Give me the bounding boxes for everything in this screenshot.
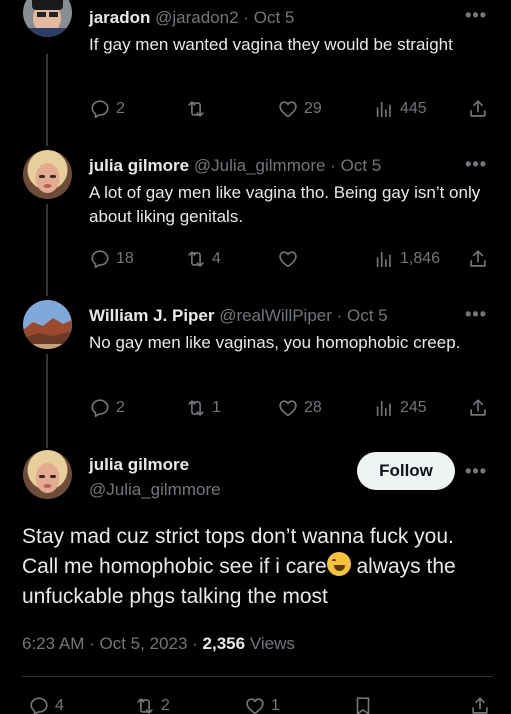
- author-name[interactable]: julia gilmore: [89, 455, 221, 475]
- views-count: 245: [400, 399, 427, 416]
- reply-icon: [30, 697, 48, 714]
- heart-icon: [279, 400, 297, 417]
- divider: [22, 676, 493, 677]
- analytics-icon: [376, 400, 391, 417]
- share-button[interactable]: [467, 247, 489, 271]
- reply-count: 2: [116, 399, 125, 416]
- like-count: 1: [271, 697, 280, 714]
- separator: ·: [336, 306, 343, 325]
- like-button[interactable]: [277, 247, 304, 271]
- share-button[interactable]: [467, 97, 489, 121]
- heart-icon: [279, 101, 297, 118]
- like-button[interactable]: 1: [244, 694, 280, 714]
- tweet[interactable]: jaradon @jaradon2 · Oct 5 ••• If gay men…: [0, 0, 511, 150]
- reply-button[interactable]: 4: [28, 694, 64, 714]
- retweet-icon: [188, 251, 204, 267]
- tweet[interactable]: William J. Piper @realWillPiper · Oct 5 …: [0, 300, 511, 450]
- retweet-count: 4: [212, 250, 221, 267]
- retweet-count: 1: [212, 399, 221, 416]
- tweet-text: No gay men like vaginas, you homophobic …: [89, 333, 461, 352]
- views-label: Views: [249, 634, 295, 653]
- retweet-icon: [188, 400, 204, 416]
- main-tweet-text: Stay mad cuz strict tops don’t wanna fuc…: [22, 522, 492, 612]
- reply-button[interactable]: 2: [89, 396, 125, 420]
- heart-icon: [246, 698, 264, 714]
- tweet-time[interactable]: 6:23 AM: [22, 634, 84, 653]
- bookmark-icon: [356, 697, 370, 714]
- views-button[interactable]: 1,846: [373, 247, 440, 271]
- views-count: 445: [400, 100, 427, 117]
- author-handle[interactable]: @Julia_gilmmore: [89, 480, 221, 500]
- retweet-count: 2: [161, 697, 170, 714]
- tweet-date[interactable]: Oct 5, 2023: [100, 634, 188, 653]
- like-button[interactable]: 28: [277, 396, 322, 420]
- avatar[interactable]: [23, 150, 72, 199]
- reply-icon: [91, 399, 109, 418]
- reply-button[interactable]: 2: [89, 97, 125, 121]
- retweet-button[interactable]: [185, 97, 212, 121]
- author-handle[interactable]: @jaradon2: [155, 8, 238, 27]
- separator: ·: [243, 8, 249, 27]
- bookmark-button[interactable]: [352, 694, 374, 714]
- avatar[interactable]: [23, 300, 72, 349]
- author-handle[interactable]: @realWillPiper: [219, 306, 332, 325]
- like-count: 28: [304, 399, 322, 416]
- share-button[interactable]: [469, 694, 491, 714]
- reply-icon: [91, 250, 109, 269]
- tweet[interactable]: julia gilmore @Julia_gilmmore · Oct 5 ••…: [0, 150, 511, 300]
- share-icon: [472, 697, 488, 714]
- author-name[interactable]: julia gilmore: [89, 156, 189, 175]
- retweet-icon: [137, 698, 153, 714]
- views-button[interactable]: 245: [373, 396, 427, 420]
- reply-count: 4: [55, 697, 64, 714]
- tweet-meta: 6:23 AM · Oct 5, 2023 · 2,356 Views: [22, 634, 295, 654]
- tweet-date[interactable]: Oct 5: [347, 306, 388, 325]
- tweet-text: A lot of gay men like vagina tho. Being …: [89, 183, 481, 226]
- more-options-icon[interactable]: •••: [465, 5, 487, 26]
- share-icon: [470, 250, 486, 267]
- analytics-icon: [376, 251, 391, 268]
- avatar[interactable]: [23, 0, 72, 37]
- author-name[interactable]: William J. Piper: [89, 306, 215, 325]
- author-name[interactable]: jaradon: [89, 8, 150, 27]
- more-options-icon[interactable]: •••: [465, 154, 487, 175]
- views-button[interactable]: 445: [373, 97, 427, 121]
- analytics-icon: [376, 101, 391, 118]
- separator: ·: [89, 634, 95, 653]
- heart-icon: [279, 251, 297, 268]
- author-handle[interactable]: @Julia_gilmmore: [194, 156, 326, 175]
- reply-button[interactable]: 18: [89, 247, 134, 271]
- retweet-icon: [188, 101, 204, 117]
- share-icon: [470, 100, 486, 117]
- tweet-date[interactable]: Oct 5: [254, 8, 295, 27]
- tweet-date[interactable]: Oct 5: [341, 156, 382, 175]
- rolling-laughing-emoji-icon: [326, 552, 351, 576]
- like-count: 29: [304, 100, 322, 117]
- follow-button[interactable]: Follow: [357, 452, 455, 490]
- tweet-text: If gay men wanted vagina they would be s…: [89, 35, 453, 54]
- reply-icon: [91, 100, 109, 119]
- more-options-icon[interactable]: •••: [465, 461, 487, 482]
- more-options-icon[interactable]: •••: [465, 304, 487, 325]
- reply-count: 18: [116, 250, 134, 267]
- reply-count: 2: [116, 100, 125, 117]
- separator: ·: [330, 156, 336, 175]
- like-button[interactable]: 29: [277, 97, 322, 121]
- share-icon: [470, 399, 486, 416]
- retweet-button[interactable]: 2: [134, 694, 170, 714]
- share-button[interactable]: [467, 396, 489, 420]
- avatar[interactable]: [23, 450, 72, 499]
- views-count: 2,356: [202, 634, 246, 653]
- retweet-button[interactable]: 4: [185, 247, 221, 271]
- retweet-button[interactable]: 1: [185, 396, 221, 420]
- views-count: 1,846: [400, 250, 441, 267]
- separator: ·: [192, 634, 198, 653]
